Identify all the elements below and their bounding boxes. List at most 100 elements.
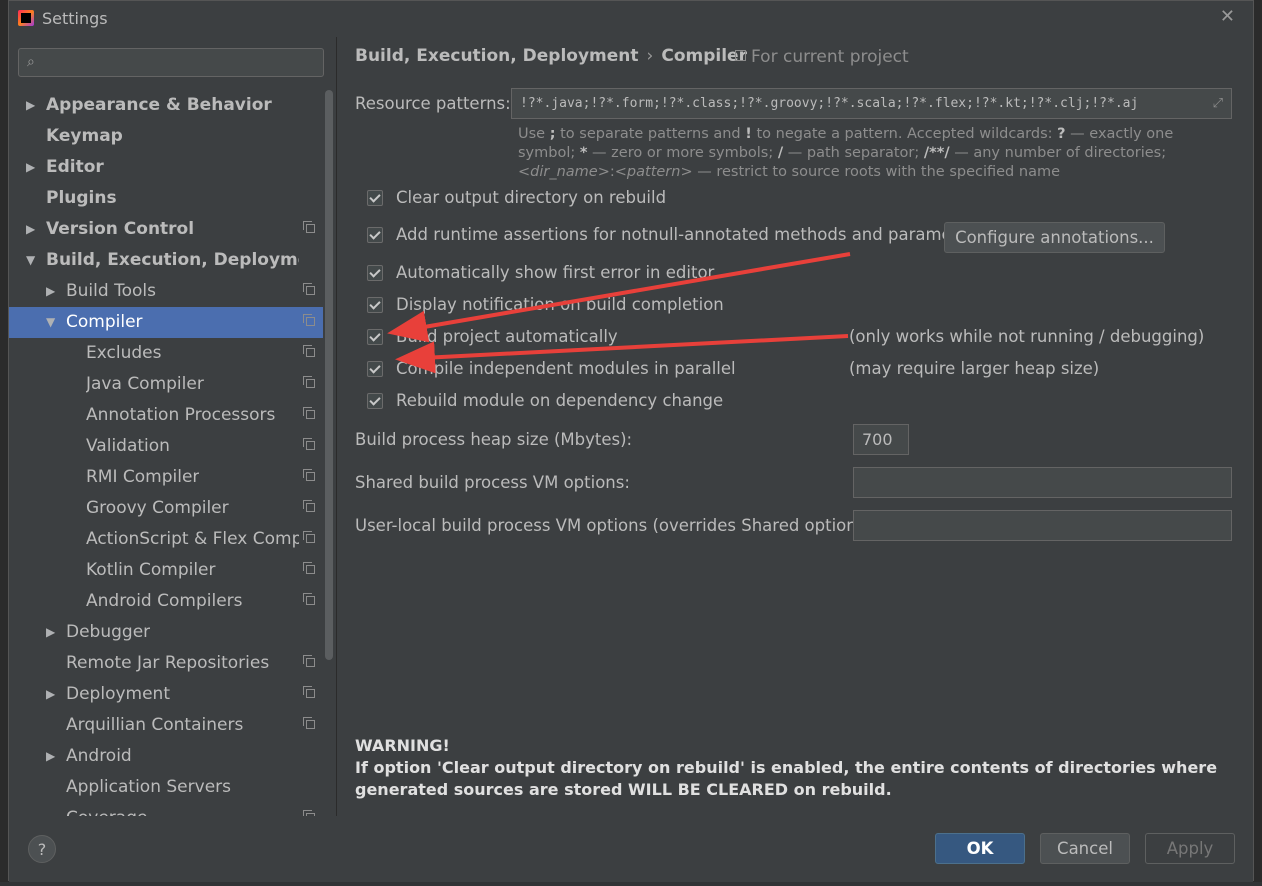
hint-text: — zero or more symbols;	[587, 145, 778, 161]
chevron-right-icon[interactable]: ▶	[46, 679, 60, 710]
sidebar-item-rmi-compiler[interactable]: RMI Compiler	[9, 462, 323, 493]
sidebar-item-kotlin-compiler[interactable]: Kotlin Compiler	[9, 555, 323, 586]
sidebar-item-remote-jar-repositories[interactable]: Remote Jar Repositories	[9, 648, 323, 679]
resource-patterns-input[interactable]: !?*.java;!?*.form;!?*.class;!?*.groovy;!…	[511, 88, 1232, 119]
user-vm-input[interactable]	[853, 510, 1232, 541]
hint-text: <pattern>	[614, 164, 693, 180]
cancel-button[interactable]: Cancel	[1040, 833, 1130, 864]
shared-vm-label: Shared build process VM options:	[355, 473, 630, 492]
sidebar-item-plugins[interactable]: Plugins	[9, 183, 323, 214]
window-title: Settings	[42, 9, 108, 28]
breadcrumb-parent[interactable]: Build, Execution, Deployment	[355, 46, 639, 66]
checkbox-checked[interactable]	[367, 190, 383, 206]
sidebar-item-version-control[interactable]: ▶ Version Control	[9, 214, 323, 245]
ok-button[interactable]: OK	[935, 833, 1025, 864]
warning-body: If option 'Clear output directory on reb…	[355, 758, 1218, 799]
chevron-right-icon[interactable]: ▶	[26, 214, 40, 245]
resource-patterns-hint: Use ; to separate patterns and ! to nega…	[518, 125, 1233, 182]
checkbox-checked[interactable]	[367, 361, 383, 377]
sidebar-item-label: Excludes	[86, 343, 162, 363]
checkbox-label: Clear output directory on rebuild	[396, 188, 667, 207]
background-ide-right	[1254, 0, 1262, 886]
project-scope-icon	[303, 438, 315, 450]
sidebar-item-label: Arquillian Containers	[66, 715, 244, 735]
sidebar-item-application-servers[interactable]: Application Servers	[9, 772, 323, 803]
close-icon[interactable]: ✕	[1220, 6, 1235, 27]
sidebar-item-label: Java Compiler	[86, 374, 204, 394]
help-button[interactable]: ?	[28, 835, 56, 863]
scrollbar-thumb[interactable]	[325, 90, 333, 660]
project-scope-icon	[303, 345, 315, 357]
build-auto-note: (only works while not running / debuggin…	[849, 327, 1205, 346]
expand-icon[interactable]: ⤢	[1213, 89, 1223, 118]
sidebar-item-compiler[interactable]: ▼ Compiler	[9, 307, 323, 338]
hint-text: <dir_name>	[518, 164, 610, 180]
chevron-right-icon[interactable]: ▶	[26, 90, 40, 121]
project-scope-icon	[303, 221, 315, 233]
breadcrumb-separator: ›	[646, 46, 654, 66]
sidebar-scrollbar[interactable]	[323, 90, 335, 816]
sidebar-item-label: Keymap	[46, 126, 123, 146]
title-bar: Settings ✕	[9, 1, 1253, 37]
chevron-right-icon[interactable]: ▶	[46, 276, 60, 307]
search-icon: ⌕	[27, 54, 35, 70]
sidebar-item-deployment[interactable]: ▶ Deployment	[9, 679, 323, 710]
sidebar-item-label: Editor	[46, 157, 104, 177]
checkbox-checked[interactable]	[367, 393, 383, 409]
checkbox-label: Rebuild module on dependency change	[396, 391, 724, 410]
heap-size-input[interactable]: 700	[853, 424, 909, 455]
project-scope-icon	[303, 655, 315, 667]
background-ide-bottom	[0, 882, 1262, 886]
scope-note: For current project	[735, 47, 909, 67]
project-scope-icon	[303, 314, 315, 326]
sidebar-item-android[interactable]: ▶ Android	[9, 741, 323, 772]
sidebar-item-groovy-compiler[interactable]: Groovy Compiler	[9, 493, 323, 524]
hint-text: — path separator;	[783, 145, 924, 161]
chevron-down-icon[interactable]: ▼	[26, 245, 40, 276]
shared-vm-input[interactable]	[853, 467, 1232, 498]
hint-text: to negate a pattern. Accepted wildcards:	[751, 126, 1058, 142]
chevron-right-icon[interactable]: ▶	[26, 152, 40, 183]
chevron-right-icon[interactable]: ▶	[46, 617, 60, 648]
sidebar-item-label: Android	[66, 746, 132, 766]
sidebar-item-android-compilers[interactable]: Android Compilers	[9, 586, 323, 617]
sidebar-item-label: Plugins	[46, 188, 117, 208]
warning-title: WARNING!	[355, 736, 450, 755]
project-scope-icon	[303, 562, 315, 574]
apply-button[interactable]: Apply	[1145, 833, 1235, 864]
chevron-right-icon[interactable]: ▶	[46, 741, 60, 772]
sidebar-item-excludes[interactable]: Excludes	[9, 338, 323, 369]
sidebar-item-java-compiler[interactable]: Java Compiler	[9, 369, 323, 400]
sidebar-item-label: Validation	[86, 436, 170, 456]
parallel-note: (may require larger heap size)	[849, 359, 1100, 378]
scope-note-text: For current project	[751, 47, 909, 67]
sidebar-item-label: Annotation Processors	[86, 405, 276, 425]
sidebar-item-coverage[interactable]: Coverage	[9, 803, 323, 816]
configure-annotations-button[interactable]: Configure annotations...	[944, 222, 1165, 253]
sidebar-item-annotation-processors[interactable]: Annotation Processors	[9, 400, 323, 431]
checkbox-checked[interactable]	[367, 297, 383, 313]
sidebar-item-build-tools[interactable]: ▶ Build Tools	[9, 276, 323, 307]
sidebar-item-label: Appearance & Behavior	[46, 95, 272, 115]
checkbox-checked[interactable]	[367, 265, 383, 281]
compiler-settings-panel: Build, Execution, Deployment › Compiler Fo…	[336, 37, 1253, 816]
project-scope-icon	[303, 376, 315, 388]
sidebar-item-debugger[interactable]: ▶ Debugger	[9, 617, 323, 648]
sidebar-item-label: Debugger	[66, 622, 151, 642]
project-scope-icon	[303, 531, 315, 543]
sidebar-item-build-execution-deployment[interactable]: ▼ Build, Execution, Deployment	[9, 245, 323, 276]
sidebar-item-appearance-behavior[interactable]: ▶ Appearance & Behavior	[9, 90, 323, 121]
sidebar-item-actionscript-flex-compile[interactable]: ActionScript & Flex Compile	[9, 524, 323, 555]
search-input[interactable]: ⌕	[18, 48, 324, 77]
sidebar-item-editor[interactable]: ▶ Editor	[9, 152, 323, 183]
checkbox-checked[interactable]	[367, 329, 383, 345]
sidebar-item-keymap[interactable]: Keymap	[9, 121, 323, 152]
sidebar-item-label: RMI Compiler	[86, 467, 200, 487]
sidebar-item-arquillian-containers[interactable]: Arquillian Containers	[9, 710, 323, 741]
sidebar-item-label: Groovy Compiler	[86, 498, 229, 518]
warning-box: WARNING! If option 'Clear output directo…	[355, 735, 1235, 801]
sidebar-item-validation[interactable]: Validation	[9, 431, 323, 462]
checkbox-checked[interactable]	[367, 227, 383, 243]
project-scope-icon	[735, 50, 746, 61]
chevron-down-icon[interactable]: ▼	[46, 307, 60, 338]
